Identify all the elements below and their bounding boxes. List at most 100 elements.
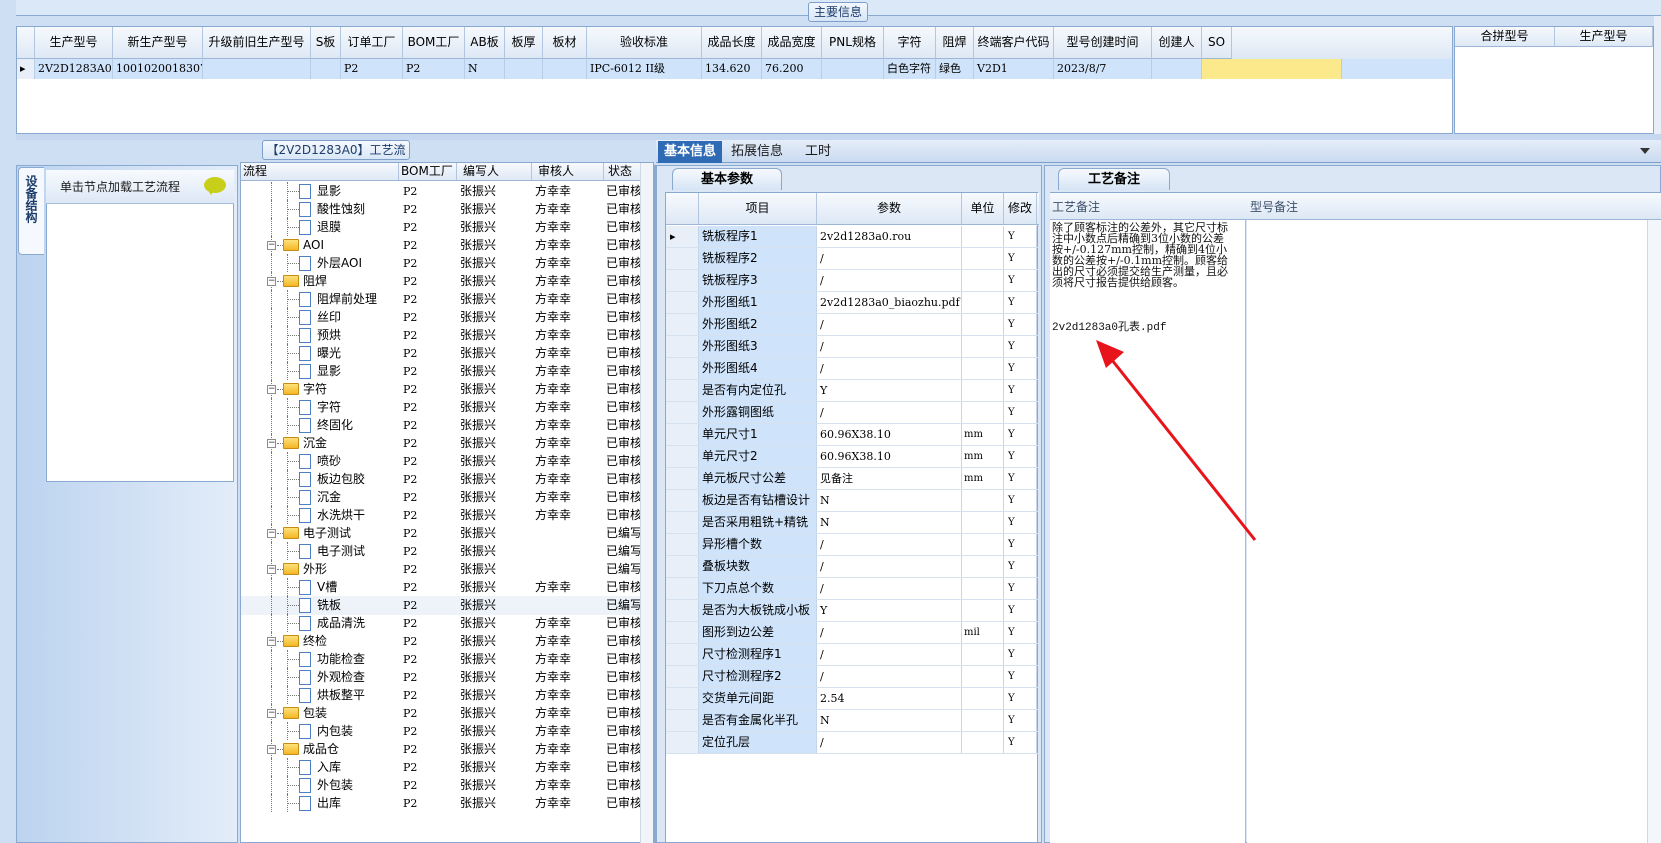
row-indicator-icon[interactable]: [666, 556, 699, 577]
param-row[interactable]: 外形露铜图纸 / Y: [666, 402, 1039, 424]
param-value-cell[interactable]: /: [817, 556, 962, 577]
param-value-cell[interactable]: /: [817, 314, 962, 335]
flow-tree-row[interactable]: 显影 P2 张振兴 方幸幸 已审核: [241, 362, 641, 381]
main-col-header[interactable]: BOM工厂: [403, 27, 465, 59]
main-cell[interactable]: 134.620: [702, 59, 762, 79]
flow-tree-row[interactable]: 内包装 P2 张振兴 方幸幸 已审核: [241, 722, 641, 741]
param-row[interactable]: ▸ 铣板程序1 2v2d1283a0.rou Y: [666, 226, 1039, 248]
main-col-header[interactable]: 成品宽度: [762, 27, 822, 59]
param-value-cell[interactable]: /: [817, 622, 962, 643]
params-col-header[interactable]: 参数: [817, 193, 962, 224]
main-col-header[interactable]: 板材: [543, 27, 587, 59]
collapse-icon[interactable]: −: [267, 637, 276, 646]
flow-tree-row[interactable]: 曝光 P2 张振兴 方幸幸 已审核: [241, 344, 641, 363]
param-value-cell[interactable]: Y: [817, 380, 962, 401]
param-row[interactable]: 单元尺寸2 60.96X38.10 mm Y: [666, 446, 1039, 468]
param-value-cell[interactable]: 2v2d1283a0.rou: [817, 226, 962, 247]
main-col-header[interactable]: 生产型号: [35, 27, 113, 59]
main-cell[interactable]: V2D1: [974, 59, 1054, 79]
row-indicator-icon[interactable]: [666, 358, 699, 379]
param-row[interactable]: 图形到边公差 / mil Y: [666, 622, 1039, 644]
row-indicator-icon[interactable]: [666, 270, 699, 291]
param-value-cell[interactable]: N: [817, 710, 962, 731]
param-row[interactable]: 尺寸检测程序1/ Y: [666, 644, 1039, 666]
row-indicator-icon[interactable]: [666, 644, 699, 665]
flow-col-header[interactable]: 编写人: [457, 163, 532, 180]
flow-tree-row[interactable]: − 终检 P2 张振兴 方幸幸 已审核: [241, 632, 641, 651]
param-value-cell[interactable]: /: [817, 248, 962, 269]
flow-tree-row[interactable]: 酸性蚀刻 P2 张振兴 方幸幸 已审核: [241, 200, 641, 219]
main-cell[interactable]: IPC-6012 II级: [587, 59, 702, 79]
tab-extended-info[interactable]: 拓展信息: [725, 141, 789, 163]
collapse-icon[interactable]: −: [267, 709, 276, 718]
row-indicator-icon[interactable]: [666, 688, 699, 709]
param-row[interactable]: 叠板块数 / Y: [666, 556, 1039, 578]
notes-scrollbar[interactable]: [1647, 220, 1661, 843]
flow-tree-row[interactable]: 板边包胶 P2 张振兴 方幸幸 已审核: [241, 470, 641, 489]
param-value-cell[interactable]: /: [817, 336, 962, 357]
flow-tree-row[interactable]: 预烘 P2 张振兴 方幸幸 已审核: [241, 326, 641, 345]
param-row[interactable]: 外形图纸1 2v2d1283a0_biaozhu.pdf Y: [666, 292, 1039, 314]
main-col-header[interactable]: SO: [1202, 27, 1232, 59]
row-indicator-icon[interactable]: [666, 534, 699, 555]
flow-tree-row[interactable]: V槽 P2 张振兴 方幸幸 已审核: [241, 578, 641, 597]
row-indicator-icon[interactable]: [666, 446, 699, 467]
flow-tree-row[interactable]: 外包装 P2 张振兴 方幸幸 已审核: [241, 776, 641, 795]
main-col-header[interactable]: 板厚: [505, 27, 543, 59]
param-value-cell[interactable]: Y: [817, 600, 962, 621]
main-cell[interactable]: [505, 59, 543, 79]
param-row[interactable]: 外形图纸4/ Y: [666, 358, 1039, 380]
param-row[interactable]: 单元板尺寸公差 见备注 mm Y: [666, 468, 1039, 490]
param-row[interactable]: 是否为大板铣成小板 Y Y: [666, 600, 1039, 622]
row-indicator-icon[interactable]: [666, 622, 699, 643]
collapse-icon[interactable]: −: [267, 565, 276, 574]
main-col-header[interactable]: S板: [311, 27, 341, 59]
param-value-cell[interactable]: 60.96X38.10: [817, 424, 962, 445]
params-col-header[interactable]: 项目: [699, 193, 817, 224]
row-indicator-icon[interactable]: [666, 710, 699, 731]
param-value-cell[interactable]: /: [817, 666, 962, 687]
param-value-cell[interactable]: /: [817, 578, 962, 599]
tab-basic-info[interactable]: 基本信息: [658, 141, 723, 163]
collapse-icon[interactable]: −: [267, 241, 276, 250]
row-indicator-icon[interactable]: [666, 512, 699, 533]
flow-tree-row[interactable]: 入库 P2 张振兴 方幸幸 已审核: [241, 758, 641, 777]
param-row[interactable]: 异形槽个数 / Y: [666, 534, 1039, 556]
main-col-header[interactable]: 终端客户代码: [974, 27, 1054, 59]
flow-tree-row[interactable]: 成品清洗 P2 张振兴 方幸幸 已审核: [241, 614, 641, 633]
param-value-cell[interactable]: /: [817, 534, 962, 555]
collapse-icon[interactable]: −: [267, 439, 276, 448]
flow-tree-row[interactable]: 终固化 P2 张振兴 方幸幸 已审核: [241, 416, 641, 435]
main-col-header[interactable]: 创建人: [1152, 27, 1202, 59]
param-row[interactable]: 外形图纸2/ Y: [666, 314, 1039, 336]
param-value-cell[interactable]: N: [817, 512, 962, 533]
row-indicator-icon[interactable]: [666, 424, 699, 445]
flow-tree-row[interactable]: − 字符 P2 张振兴 方幸幸 已审核: [241, 380, 641, 399]
param-value-cell[interactable]: N: [817, 490, 962, 511]
merge-col-header[interactable]: 生产型号: [1555, 27, 1653, 47]
main-col-header[interactable]: 新生产型号: [113, 27, 203, 59]
main-cell[interactable]: [822, 59, 884, 79]
param-row[interactable]: 铣板程序2/ Y: [666, 248, 1039, 270]
main-cell[interactable]: 2V2D1283A0: [35, 59, 113, 79]
param-row[interactable]: 定位孔层 / Y: [666, 732, 1039, 754]
tab-work-hours[interactable]: 工时: [799, 141, 837, 163]
params-col-header[interactable]: 修改: [1004, 193, 1037, 224]
param-value-cell[interactable]: /: [817, 732, 962, 753]
main-col-header[interactable]: 成品长度: [702, 27, 762, 59]
param-row[interactable]: 下刀点总个数 / Y: [666, 578, 1039, 600]
top-scrollbar[interactable]: [1654, 16, 1661, 138]
param-value-cell[interactable]: /: [817, 358, 962, 379]
row-indicator-icon[interactable]: [666, 314, 699, 335]
flow-col-header[interactable]: 审核人: [532, 163, 604, 180]
main-col-header[interactable]: 阻焊: [936, 27, 974, 59]
chevron-down-icon[interactable]: [1640, 148, 1650, 154]
model-note-field[interactable]: [1247, 220, 1647, 843]
param-value-cell[interactable]: /: [817, 402, 962, 423]
flow-tree-row[interactable]: 显影 P2 张振兴 方幸幸 已审核: [241, 182, 641, 201]
merge-col-header[interactable]: 合拼型号: [1455, 27, 1555, 47]
param-value-cell[interactable]: 60.96X38.10: [817, 446, 962, 467]
param-value-cell[interactable]: 2.54: [817, 688, 962, 709]
main-cell[interactable]: [543, 59, 587, 79]
main-cell[interactable]: 绿色: [936, 59, 974, 79]
